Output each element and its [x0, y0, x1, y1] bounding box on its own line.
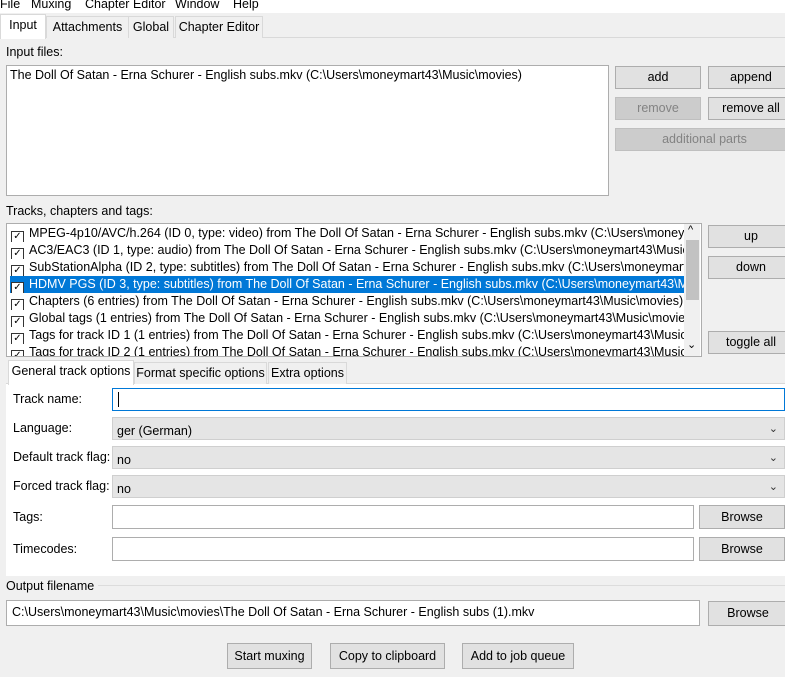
- tab-format-specific-options[interactable]: Format specific options: [134, 362, 267, 384]
- default-flag-select[interactable]: no ⌄: [112, 446, 785, 469]
- menu-chapter-editor[interactable]: Chapter Editor: [85, 0, 166, 11]
- track-row[interactable]: ✓ AC3/EAC3 (ID 1, type: audio) from The D…: [10, 242, 684, 259]
- remove-button[interactable]: remove: [615, 97, 701, 120]
- output-filename-input[interactable]: C:\Users\moneymart43\Music\movies\The Do…: [6, 600, 700, 626]
- add-to-job-queue-button[interactable]: Add to job queue: [462, 643, 574, 669]
- tab-attachments[interactable]: Attachments: [46, 16, 129, 38]
- track-name-input[interactable]: [112, 388, 785, 411]
- checkbox[interactable]: ✓: [11, 248, 24, 259]
- track-row[interactable]: ✓ Global tags (1 entries) from The Doll O…: [10, 310, 684, 327]
- input-file-item[interactable]: The Doll Of Satan - Erna Schurer - Engli…: [10, 68, 522, 82]
- start-muxing-button[interactable]: Start muxing: [227, 643, 312, 669]
- track-row[interactable]: ✓ Tags for track ID 2 (1 entries) from Th…: [10, 344, 684, 356]
- remove-all-button[interactable]: remove all: [708, 97, 785, 120]
- track-label: HDMV PGS (ID 3, type: subtitles) from Th…: [29, 277, 684, 291]
- menu-muxing[interactable]: Muxing: [31, 0, 71, 11]
- forced-flag-label: Forced track flag:: [13, 479, 110, 493]
- output-browse-button[interactable]: Browse: [708, 601, 785, 626]
- language-value: ger (German): [117, 424, 193, 438]
- checkbox[interactable]: ✓: [11, 316, 24, 327]
- track-row-selected[interactable]: ✓ HDMV PGS (ID 3, type: subtitles) from T…: [10, 276, 684, 293]
- output-separator: [6, 585, 785, 586]
- input-files-label: Input files:: [6, 45, 63, 59]
- tracks-scroll-thumb[interactable]: [686, 240, 699, 300]
- menu-help[interactable]: Help: [233, 0, 259, 11]
- chevron-down-icon: ⌄: [768, 423, 778, 435]
- tab-input[interactable]: Input: [0, 14, 46, 39]
- output-filename-value: C:\Users\moneymart43\Music\movies\The Do…: [12, 605, 535, 619]
- default-flag-value: no: [117, 453, 131, 467]
- scroll-up-icon[interactable]: ^: [688, 224, 693, 236]
- append-button[interactable]: append: [708, 66, 785, 89]
- track-label: MPEG-4p10/AVC/h.264 (ID 0, type: video) …: [29, 226, 684, 240]
- tracks-label: Tracks, chapters and tags:: [6, 204, 153, 218]
- language-select[interactable]: ger (German) ⌄: [112, 417, 785, 440]
- checkbox[interactable]: ✓: [11, 333, 24, 344]
- add-button[interactable]: add: [615, 66, 701, 89]
- track-label: Tags for track ID 2 (1 entries) from The…: [29, 345, 684, 356]
- tags-browse-button[interactable]: Browse: [699, 505, 785, 529]
- default-flag-label: Default track flag:: [13, 450, 111, 464]
- tab-chapter-editor[interactable]: Chapter Editor: [175, 16, 263, 38]
- checkbox[interactable]: ✓: [11, 350, 24, 356]
- additional-parts-button[interactable]: additional parts: [615, 128, 785, 151]
- text-cursor: [118, 392, 119, 407]
- copy-to-clipboard-button[interactable]: Copy to clipboard: [330, 643, 445, 669]
- input-files-list[interactable]: The Doll Of Satan - Erna Schurer - Engli…: [6, 65, 609, 196]
- track-label: SubStationAlpha (ID 2, type: subtitles) …: [29, 260, 684, 274]
- checkbox[interactable]: ✓: [11, 299, 24, 310]
- tags-label: Tags:: [13, 510, 43, 524]
- track-row[interactable]: ✓ SubStationAlpha (ID 2, type: subtitles)…: [10, 259, 684, 276]
- forced-flag-select[interactable]: no ⌄: [112, 475, 785, 498]
- tab-general-track-options[interactable]: General track options: [8, 360, 134, 385]
- toggle-all-button[interactable]: toggle all: [708, 331, 785, 354]
- scroll-down-icon[interactable]: ⌄: [687, 338, 696, 351]
- tab-global[interactable]: Global: [128, 16, 174, 38]
- chevron-down-icon: ⌄: [768, 481, 778, 493]
- language-label: Language:: [13, 421, 73, 435]
- timecodes-browse-button[interactable]: Browse: [699, 537, 785, 561]
- track-label: Tags for track ID 1 (1 entries) from The…: [29, 328, 684, 342]
- track-name-label: Track name:: [13, 392, 83, 406]
- track-row[interactable]: ✓ Chapters (6 entries) from The Doll Of S…: [10, 293, 684, 310]
- checkbox[interactable]: ✓: [11, 282, 24, 293]
- chevron-down-icon: ⌄: [768, 452, 778, 464]
- forced-flag-value: no: [117, 482, 131, 496]
- up-button[interactable]: up: [708, 225, 785, 248]
- down-button[interactable]: down: [708, 256, 785, 279]
- timecodes-input[interactable]: [112, 537, 694, 561]
- timecodes-label: Timecodes:: [13, 542, 78, 556]
- menu-window[interactable]: Window: [175, 0, 219, 11]
- track-label: Chapters (6 entries) from The Doll Of Sa…: [29, 294, 684, 308]
- track-row[interactable]: ✓ MPEG-4p10/AVC/h.264 (ID 0, type: video)…: [10, 225, 684, 242]
- menu-file[interactable]: File: [0, 0, 20, 11]
- output-filename-label: Output filename: [6, 579, 99, 593]
- track-label: AC3/EAC3 (ID 1, type: audio) from The Do…: [29, 243, 684, 257]
- tags-input[interactable]: [112, 505, 694, 529]
- checkbox[interactable]: ✓: [11, 231, 24, 242]
- track-row[interactable]: ✓ Tags for track ID 1 (1 entries) from Th…: [10, 327, 684, 344]
- tab-extra-options[interactable]: Extra options: [268, 362, 347, 384]
- track-label: Global tags (1 entries) from The Doll Of…: [29, 311, 684, 325]
- checkbox[interactable]: ✓: [11, 265, 24, 276]
